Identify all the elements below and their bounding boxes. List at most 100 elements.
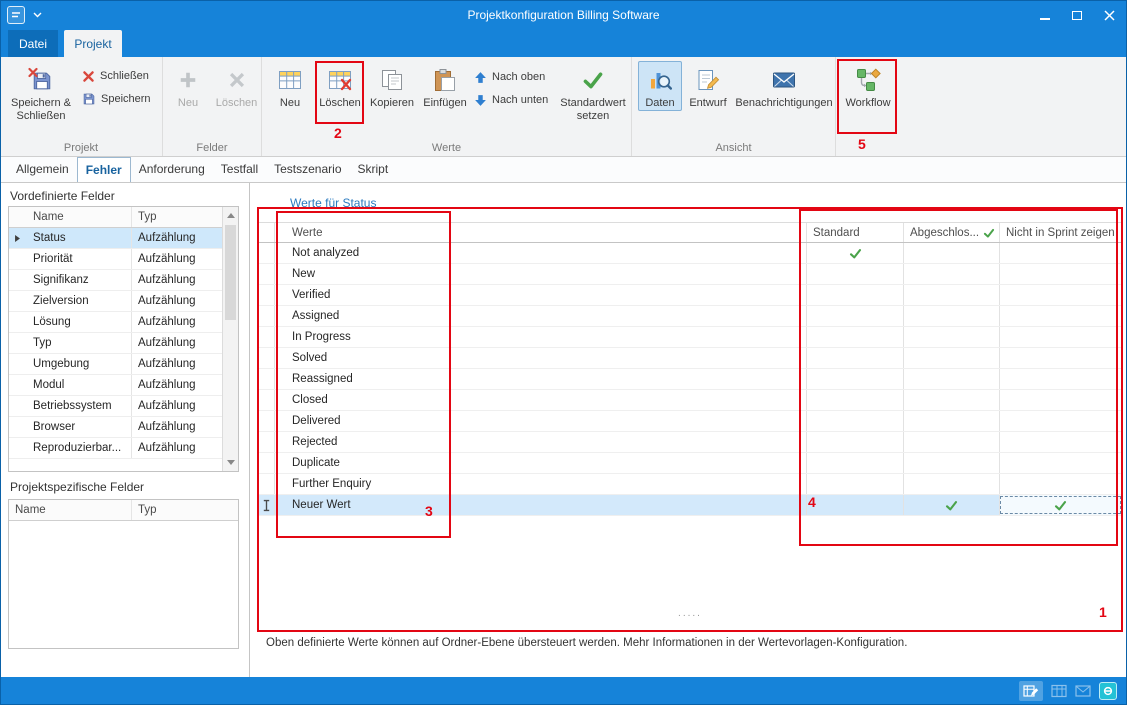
standard-cell[interactable] [806, 369, 903, 389]
column-header-name[interactable]: Name [9, 500, 132, 520]
werte-loeschen-button[interactable]: Löschen [316, 61, 364, 110]
column-header-nicht-in-sprint[interactable]: Nicht in Sprint zeigen [999, 223, 1122, 242]
standard-cell[interactable] [806, 495, 903, 515]
entwurf-view-button[interactable]: Entwurf [684, 61, 732, 110]
close-button-ribbon[interactable]: Schließen [82, 67, 151, 85]
field-row[interactable]: Status Aufzählung [9, 228, 238, 249]
value-row[interactable]: Assigned [258, 306, 1122, 327]
abgeschlossen-cell[interactable] [903, 264, 999, 284]
standard-cell[interactable] [806, 432, 903, 452]
werte-neu-button[interactable]: Neu [266, 61, 314, 110]
field-row[interactable]: Reproduzierbar...Aufzählung [9, 438, 238, 459]
nicht-in-sprint-cell[interactable] [999, 285, 1122, 305]
tab-testfall[interactable]: Testfall [213, 157, 266, 182]
abgeschlossen-cell[interactable] [903, 327, 999, 347]
standard-cell[interactable] [806, 264, 903, 284]
value-row[interactable]: Further Enquiry [258, 474, 1122, 495]
abgeschlossen-cell[interactable] [903, 495, 999, 515]
abgeschlossen-cell[interactable] [903, 474, 999, 494]
nicht-in-sprint-cell[interactable] [999, 474, 1122, 494]
nicht-in-sprint-cell[interactable] [999, 411, 1122, 431]
standard-cell[interactable] [806, 306, 903, 326]
nicht-in-sprint-cell[interactable] [999, 243, 1122, 263]
column-header-abgeschlossen[interactable]: Abgeschlos... [903, 223, 999, 242]
nach-oben-button[interactable]: Nach oben [474, 68, 548, 86]
value-row-selected[interactable]: Neuer Wert [258, 495, 1122, 516]
tab-fehler[interactable]: Fehler [77, 157, 131, 182]
field-row[interactable]: ModulAufzählung [9, 375, 238, 396]
status-edit-icon[interactable] [1019, 681, 1043, 701]
nicht-in-sprint-cell[interactable] [999, 432, 1122, 452]
abgeschlossen-cell[interactable] [903, 432, 999, 452]
nicht-in-sprint-cell[interactable] [999, 453, 1122, 473]
standard-cell[interactable] [806, 453, 903, 473]
status-grid-icon[interactable] [1051, 684, 1067, 698]
scroll-up-button[interactable] [223, 208, 238, 223]
value-row[interactable]: In Progress [258, 327, 1122, 348]
vertical-scrollbar[interactable] [222, 207, 238, 471]
field-row[interactable]: UmgebungAufzählung [9, 354, 238, 375]
scroll-down-button[interactable] [223, 455, 238, 470]
tab-skript[interactable]: Skript [350, 157, 397, 182]
close-button[interactable] [1093, 0, 1125, 30]
abgeschlossen-cell[interactable] [903, 390, 999, 410]
column-header-standard[interactable]: Standard [806, 223, 903, 242]
abgeschlossen-cell[interactable] [903, 306, 999, 326]
value-row[interactable]: Closed [258, 390, 1122, 411]
nicht-in-sprint-cell[interactable] [999, 348, 1122, 368]
abgeschlossen-cell[interactable] [903, 243, 999, 263]
nicht-in-sprint-cell-focused[interactable] [999, 495, 1122, 515]
value-row[interactable]: New [258, 264, 1122, 285]
minimize-button[interactable] [1029, 0, 1061, 30]
value-row[interactable]: Reassigned [258, 369, 1122, 390]
felder-neu-button[interactable]: Neu [165, 61, 211, 110]
benachrichtigungen-button[interactable]: Benachrichtigungen [734, 61, 834, 110]
value-row[interactable]: Verified [258, 285, 1122, 306]
field-row[interactable]: PrioritätAufzählung [9, 249, 238, 270]
nach-unten-button[interactable]: Nach unten [474, 91, 548, 109]
value-row[interactable]: Rejected [258, 432, 1122, 453]
value-row[interactable]: Solved [258, 348, 1122, 369]
field-row[interactable]: BrowserAufzählung [9, 417, 238, 438]
ribbon-tab-datei[interactable]: Datei [8, 30, 58, 57]
field-row[interactable]: SignifikanzAufzählung [9, 270, 238, 291]
scrollbar-thumb[interactable] [225, 225, 236, 320]
tab-testszenario[interactable]: Testszenario [266, 157, 349, 182]
standard-cell[interactable] [806, 243, 903, 263]
status-mail-icon[interactable] [1075, 685, 1091, 697]
column-header-typ[interactable]: Typ [132, 500, 238, 520]
value-row[interactable]: Not analyzed [258, 243, 1122, 264]
workflow-button[interactable]: Workflow [842, 61, 894, 110]
standard-cell[interactable] [806, 327, 903, 347]
nicht-in-sprint-cell[interactable] [999, 327, 1122, 347]
more-rows-indicator[interactable]: ..... [258, 608, 1122, 619]
standard-cell[interactable] [806, 285, 903, 305]
abgeschlossen-cell[interactable] [903, 285, 999, 305]
abgeschlossen-cell[interactable] [903, 369, 999, 389]
save-button[interactable]: Speichern [82, 90, 151, 108]
save-and-close-button[interactable]: Speichern & Schließen [4, 61, 78, 123]
abgeschlossen-cell[interactable] [903, 453, 999, 473]
nicht-in-sprint-cell[interactable] [999, 306, 1122, 326]
felder-loeschen-button[interactable]: Löschen [213, 61, 260, 110]
nicht-in-sprint-cell[interactable] [999, 369, 1122, 389]
nicht-in-sprint-cell[interactable] [999, 390, 1122, 410]
standard-cell[interactable] [806, 411, 903, 431]
daten-view-button[interactable]: Daten [638, 61, 682, 111]
field-row[interactable]: LösungAufzählung [9, 312, 238, 333]
nicht-in-sprint-cell[interactable] [999, 264, 1122, 284]
tab-anforderung[interactable]: Anforderung [131, 157, 213, 182]
standard-cell[interactable] [806, 348, 903, 368]
tab-allgemein[interactable]: Allgemein [8, 157, 77, 182]
field-row[interactable]: TypAufzählung [9, 333, 238, 354]
status-app-icon[interactable] [1099, 682, 1117, 700]
einfuegen-button[interactable]: Einfügen [420, 61, 470, 110]
standard-cell[interactable] [806, 474, 903, 494]
abgeschlossen-cell[interactable] [903, 411, 999, 431]
standard-cell[interactable] [806, 390, 903, 410]
value-row[interactable]: Duplicate [258, 453, 1122, 474]
standardwert-setzen-button[interactable]: Standardwert setzen [556, 61, 630, 123]
ribbon-tab-projekt[interactable]: Projekt [64, 30, 122, 57]
field-row[interactable]: BetriebssystemAufzählung [9, 396, 238, 417]
maximize-button[interactable] [1061, 0, 1093, 30]
